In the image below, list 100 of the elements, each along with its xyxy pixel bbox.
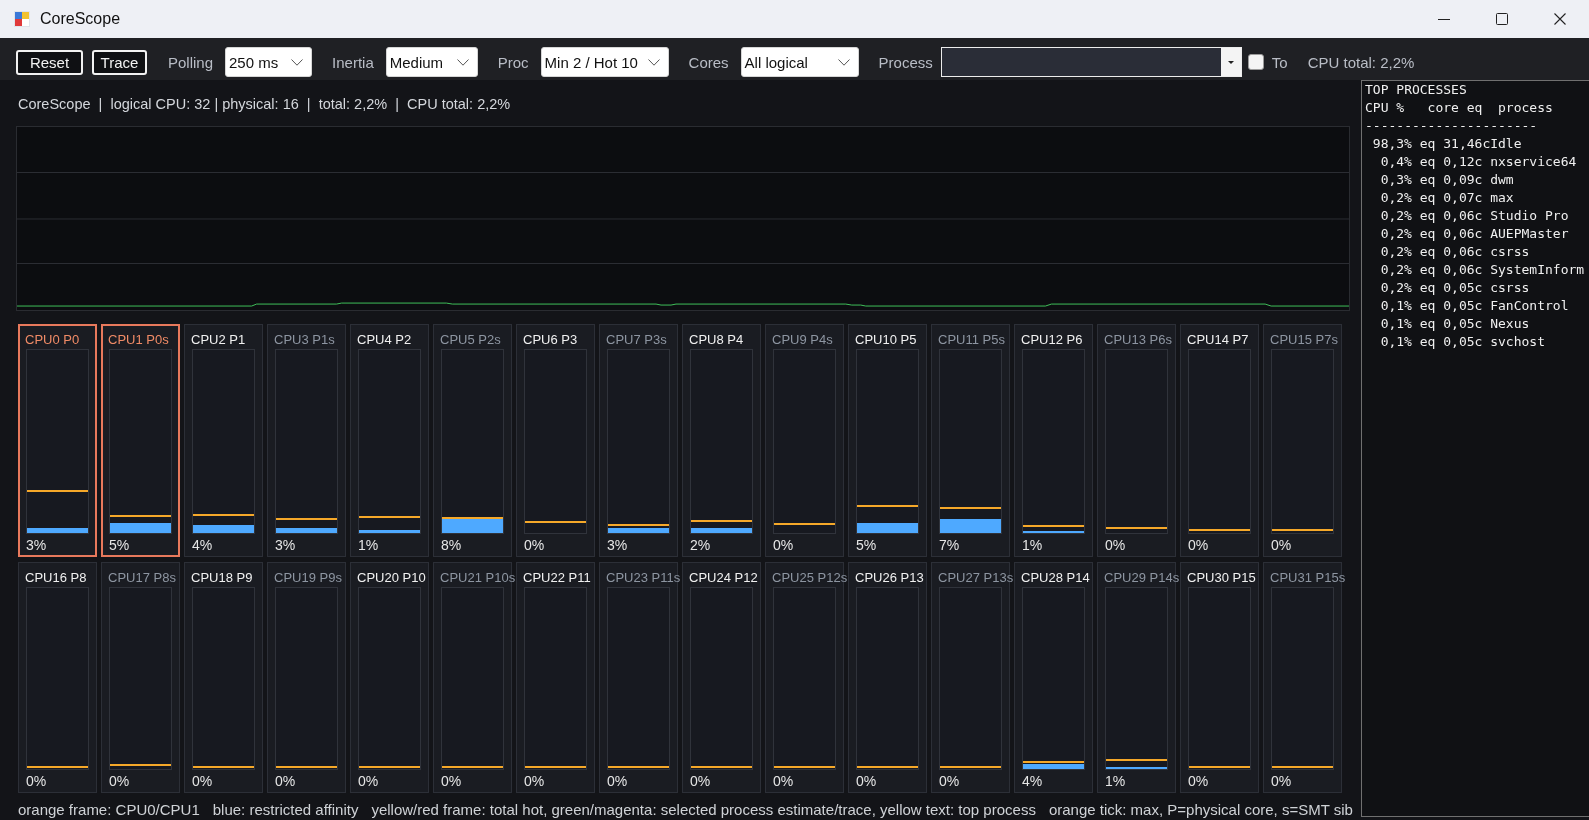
column-header: core eq bbox=[1427, 99, 1483, 117]
usage-percent-text: 1% bbox=[1105, 772, 1126, 791]
panel-title: TOP PROCESSES bbox=[1365, 81, 1467, 99]
core-label: CPU17 P8s bbox=[108, 569, 176, 587]
process-name-text: csrss bbox=[1490, 243, 1530, 261]
to-checkbox[interactable] bbox=[1247, 54, 1264, 70]
usage-percent-text: 0% bbox=[1271, 536, 1292, 555]
usage-percent-text: 0% bbox=[856, 772, 877, 791]
core-eq-text: eq 0,06c bbox=[1419, 225, 1483, 243]
process-name-text: Studio Pro bbox=[1490, 207, 1569, 225]
core-label: CPU27 P13s bbox=[938, 569, 1014, 587]
usage-percent-text: 0% bbox=[1271, 772, 1292, 791]
usage-percent-text: 0% bbox=[773, 772, 794, 791]
usage-percent-text: 0% bbox=[358, 772, 379, 791]
legend-text: orange frame: CPU0/CPU1 bbox=[18, 801, 200, 818]
core-label: CPU16 P8 bbox=[25, 569, 87, 587]
core-label: CPU5 P2s bbox=[440, 331, 501, 349]
close-icon bbox=[1554, 13, 1566, 25]
core-label: CPU6 P3 bbox=[523, 331, 578, 349]
dropdown-label: Polling bbox=[168, 53, 214, 71]
usage-percent-text: 4% bbox=[1022, 772, 1043, 791]
process-combobox[interactable] bbox=[940, 47, 1242, 77]
usage-percent-text: 4% bbox=[192, 536, 213, 555]
minimize-icon bbox=[1438, 18, 1450, 20]
core-eq-text: eq 0,09c bbox=[1419, 171, 1483, 189]
core-eq-text: eq 0,05c bbox=[1419, 279, 1483, 297]
chevron-down-icon bbox=[456, 58, 469, 66]
legend-text: orange tick: max, P=physical core, s=SMT sib bbox=[1048, 801, 1353, 818]
usage-percent-text: 0% bbox=[1105, 536, 1126, 555]
core-eq-text: eq 0,05c bbox=[1419, 315, 1483, 333]
core-eq-text: eq 0,06c bbox=[1419, 207, 1483, 225]
dropdown-label: Proc bbox=[497, 53, 529, 71]
usage-percent-text: 8% bbox=[441, 536, 462, 555]
core-label: CPU24 P12 bbox=[689, 569, 758, 587]
select-dropdown[interactable]: Min 2 / Hot 10 bbox=[540, 47, 669, 77]
process-name-text: csrss bbox=[1490, 279, 1530, 297]
chevron-down-icon bbox=[291, 58, 304, 66]
select-dropdown[interactable]: 250 ms bbox=[225, 47, 313, 77]
core-label: CPU10 P5 bbox=[855, 331, 917, 349]
legend-text: yellow/red frame: total hot, green/magenta: selected process estimate/trace, yellow text: top process bbox=[371, 801, 1036, 818]
cpu-percent-text: 0,1% bbox=[1380, 315, 1412, 333]
usage-percent-text: 5% bbox=[109, 536, 130, 555]
usage-percent-text: 0% bbox=[26, 772, 47, 791]
core-label: CPU31 P15s bbox=[1270, 569, 1346, 587]
core-label: CPU19 P9s bbox=[274, 569, 342, 587]
core-label: CPU25 P12s bbox=[772, 569, 848, 587]
window-title: CoreScope bbox=[40, 10, 121, 28]
dropdown-label: Inertia bbox=[332, 53, 374, 71]
cpu-percent-text: 0,1% bbox=[1380, 333, 1412, 351]
combobox-label: Process bbox=[878, 53, 933, 71]
core-label: CPU7 P3s bbox=[606, 331, 667, 349]
triangle-down-icon bbox=[1220, 48, 1241, 76]
toolbar-button[interactable]: Trace bbox=[92, 49, 147, 75]
usage-percent-text: 0% bbox=[1188, 772, 1209, 791]
select-dropdown[interactable]: Medium bbox=[385, 47, 478, 77]
core-label: CPU22 P11 bbox=[523, 569, 591, 587]
core-eq-text: eq 0,12c bbox=[1419, 153, 1483, 171]
cpu-percent-text: 0,2% bbox=[1380, 243, 1412, 261]
usage-percent-text: 0% bbox=[441, 772, 462, 791]
core-label: CPU3 P1s bbox=[274, 331, 335, 349]
process-name-text: AUEPMaster bbox=[1490, 225, 1569, 243]
select-dropdown[interactable]: All logical bbox=[740, 47, 859, 77]
cpu-percent-text: 0,2% bbox=[1380, 207, 1412, 225]
separator-text: ---------------------- bbox=[1365, 117, 1538, 135]
cpu-percent-text: 98,3% bbox=[1372, 135, 1412, 153]
toolbar-button[interactable]: Reset bbox=[16, 49, 83, 75]
core-eq-text: eq 0,06c bbox=[1419, 261, 1483, 279]
usage-percent-text: 1% bbox=[1022, 536, 1043, 555]
process-name-text: max bbox=[1490, 189, 1514, 207]
core-eq-text: eq 0,06c bbox=[1419, 243, 1483, 261]
chevron-down-icon bbox=[837, 58, 850, 66]
legend-text: blue: restricted affinity bbox=[212, 801, 359, 818]
usage-percent-text: 3% bbox=[275, 536, 296, 555]
usage-percent-text: 0% bbox=[524, 772, 545, 791]
core-label: CPU9 P4s bbox=[772, 331, 833, 349]
process-name-text: FanControl bbox=[1490, 297, 1569, 315]
column-header: process bbox=[1498, 99, 1553, 117]
process-name-text: Idle bbox=[1490, 135, 1522, 153]
usage-percent-text: 0% bbox=[939, 772, 960, 791]
process-name-text: Nexus bbox=[1490, 315, 1530, 333]
core-label: CPU4 P2 bbox=[357, 331, 412, 349]
usage-percent-text: 7% bbox=[939, 536, 960, 555]
core-label: CPU29 P14s bbox=[1104, 569, 1180, 587]
core-label: CPU28 P14 bbox=[1021, 569, 1090, 587]
cpu-percent-text: 0,2% bbox=[1380, 279, 1412, 297]
status-text: CoreScope | logical CPU: 32 | physical: 16 | total: 2,2% | CPU total: 2,2% bbox=[18, 95, 511, 114]
core-label: CPU30 P15 bbox=[1187, 569, 1256, 587]
usage-percent-text: 5% bbox=[856, 536, 877, 555]
usage-percent-text: 0% bbox=[192, 772, 213, 791]
usage-percent-text: 0% bbox=[275, 772, 296, 791]
process-name-text: nxservice64 bbox=[1490, 153, 1577, 171]
core-eq-text: eq 0,07c bbox=[1419, 189, 1483, 207]
cpu-percent-text: 0,1% bbox=[1380, 297, 1412, 315]
usage-percent-text: 1% bbox=[358, 536, 379, 555]
cpu-percent-text: 0,2% bbox=[1380, 189, 1412, 207]
core-label: CPU12 P6 bbox=[1021, 331, 1083, 349]
cpu-percent-text: 0,3% bbox=[1380, 171, 1412, 189]
usage-percent-text: 3% bbox=[26, 536, 47, 555]
core-label: CPU26 P13 bbox=[855, 569, 924, 587]
usage-percent-text: 2% bbox=[690, 536, 711, 555]
